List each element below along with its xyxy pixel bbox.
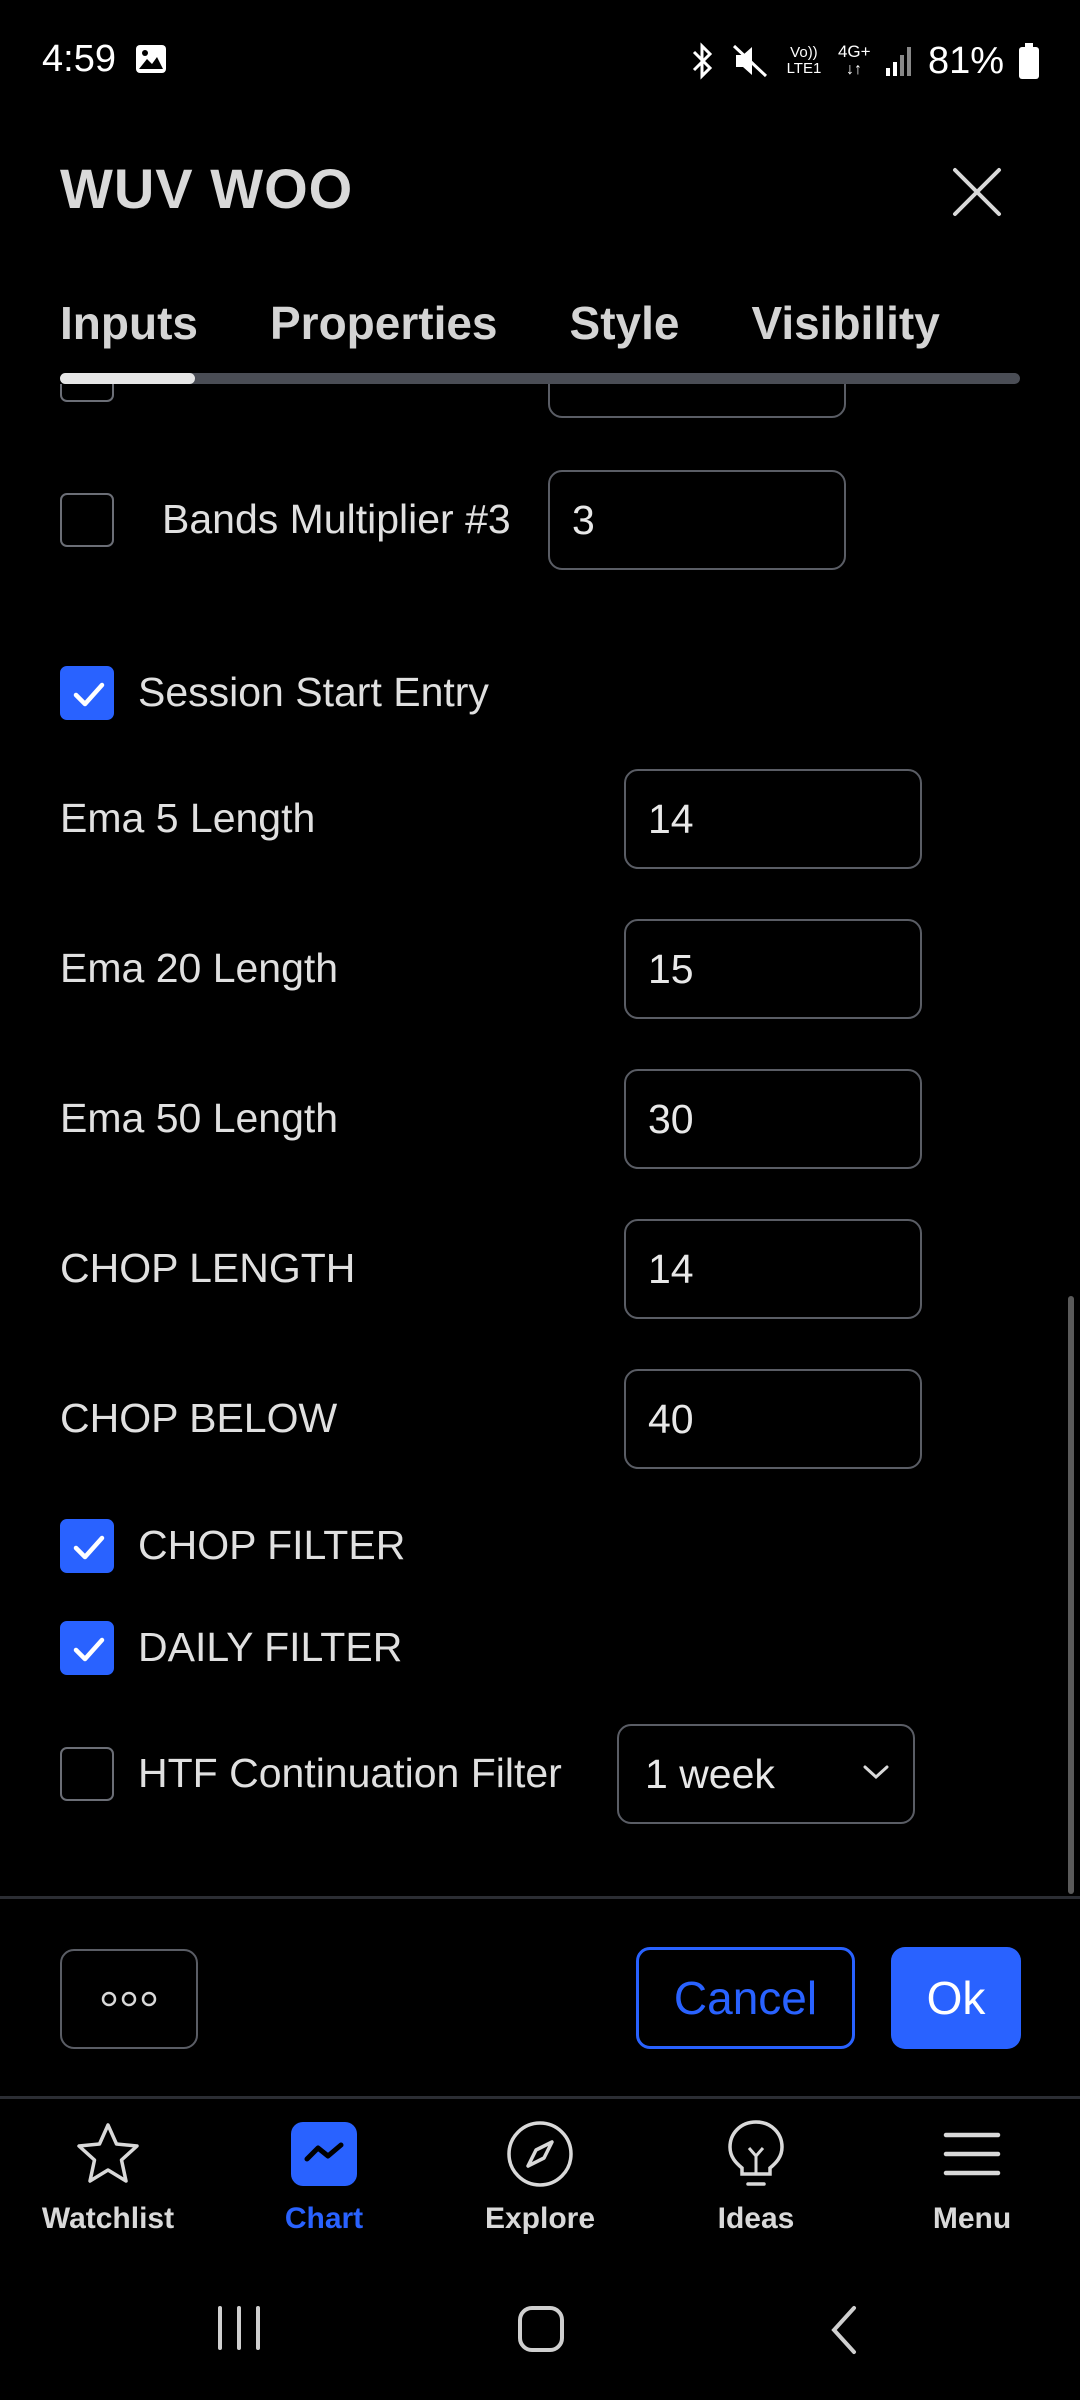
back-icon[interactable]	[826, 2304, 862, 2356]
bands-multiplier-3-label: Bands Multiplier #3	[162, 496, 511, 542]
status-time: 4:59	[42, 38, 116, 80]
nav-ideas-label: Ideas	[717, 2202, 795, 2235]
dialog-title: WUV WOO	[60, 157, 354, 220]
nav-watchlist-label: Watchlist	[41, 2202, 175, 2235]
ema20-input[interactable]: 15	[624, 919, 922, 1019]
nav-watchlist[interactable]: Watchlist	[0, 2100, 216, 2250]
home-icon[interactable]	[516, 2304, 566, 2354]
battery-percent: 81%	[927, 39, 1004, 82]
ema20-label: Ema 20 Length	[60, 945, 339, 991]
mute-icon	[732, 44, 767, 78]
chart-icon	[288, 2118, 360, 2190]
status-bar: 4:59 Vo)) LTE1 4G+ ↓↑ 81%	[0, 0, 1080, 120]
chop-length-label: CHOP LENGTH	[60, 1245, 356, 1291]
more-options-button[interactable]	[60, 1949, 198, 2049]
ema5-input[interactable]: 14	[624, 769, 922, 869]
status-icons: Vo)) LTE1 4G+ ↓↑ 81%	[690, 36, 1040, 86]
chop-below-label: CHOP BELOW	[60, 1395, 338, 1441]
partial-row-checkbox[interactable]	[60, 384, 114, 402]
chop-length-input[interactable]: 14	[624, 1219, 922, 1319]
nav-menu-label: Menu	[932, 2202, 1012, 2235]
ema5-label: Ema 5 Length	[60, 795, 316, 841]
volte-icon: Vo)) LTE1	[786, 44, 822, 77]
tab-inputs[interactable]: Inputs	[60, 296, 198, 350]
lightbulb-icon	[720, 2118, 792, 2190]
partial-row-input[interactable]	[548, 384, 846, 418]
nav-chart-label: Chart	[284, 2202, 364, 2235]
bottom-nav: Watchlist Chart Explore Ideas Menu	[0, 2100, 1080, 2250]
chevron-down-icon	[863, 1765, 889, 1780]
star-icon	[72, 2118, 144, 2190]
chop-below-input[interactable]: 40	[624, 1369, 922, 1469]
daily-filter-checkbox[interactable]	[60, 1621, 114, 1675]
daily-filter-label: DAILY FILTER	[138, 1624, 403, 1670]
nav-ideas[interactable]: Ideas	[648, 2100, 864, 2250]
scrollbar[interactable]	[1068, 1296, 1074, 1894]
nav-menu[interactable]: Menu	[864, 2100, 1080, 2250]
bands-multiplier-3-checkbox[interactable]	[60, 493, 114, 547]
battery-icon	[1019, 43, 1039, 79]
tab-style[interactable]: Style	[570, 296, 680, 350]
footer-divider	[0, 1896, 1080, 1899]
tab-properties[interactable]: Properties	[270, 296, 498, 350]
nav-explore-label: Explore	[484, 2202, 596, 2235]
cancel-button[interactable]: Cancel	[636, 1947, 855, 2049]
tab-active-indicator	[60, 373, 195, 384]
htf-continuation-filter-label: HTF Continuation Filter	[138, 1750, 562, 1796]
ok-button[interactable]: Ok	[891, 1947, 1021, 2049]
htf-continuation-filter-checkbox[interactable]	[60, 1747, 114, 1801]
tab-visibility[interactable]: Visibility	[751, 296, 939, 350]
close-icon[interactable]	[945, 160, 1009, 224]
inputs-panel[interactable]: Bands Multiplier #3 3 Session Start Entr…	[0, 384, 1080, 1896]
data-icon: 4G+ ↓↑	[837, 42, 871, 79]
image-icon	[136, 45, 166, 73]
recents-icon[interactable]	[214, 2304, 264, 2352]
nav-divider	[0, 2096, 1080, 2099]
system-nav-bar	[0, 2260, 1080, 2400]
check-icon	[73, 1637, 105, 1662]
session-start-entry-label: Session Start Entry	[138, 669, 489, 715]
compass-icon	[504, 2118, 576, 2190]
chop-filter-checkbox[interactable]	[60, 1519, 114, 1573]
check-icon	[73, 1535, 105, 1560]
chop-filter-label: CHOP FILTER	[138, 1522, 406, 1568]
ema50-input[interactable]: 30	[624, 1069, 922, 1169]
hamburger-icon	[936, 2118, 1008, 2190]
check-icon	[73, 682, 105, 707]
ema50-label: Ema 50 Length	[60, 1095, 339, 1141]
nav-explore[interactable]: Explore	[432, 2100, 648, 2250]
signal-icon	[885, 47, 911, 76]
tab-track	[60, 373, 1020, 384]
bluetooth-icon	[692, 42, 713, 80]
more-dots-icon	[101, 1991, 157, 2007]
bands-multiplier-3-input[interactable]: 3	[548, 470, 846, 570]
nav-chart[interactable]: Chart	[216, 2100, 432, 2250]
tab-bar: Inputs Properties Style Visibility	[60, 296, 1012, 350]
session-start-entry-checkbox[interactable]	[60, 666, 114, 720]
htf-timeframe-select[interactable]: 1 week	[617, 1724, 915, 1824]
